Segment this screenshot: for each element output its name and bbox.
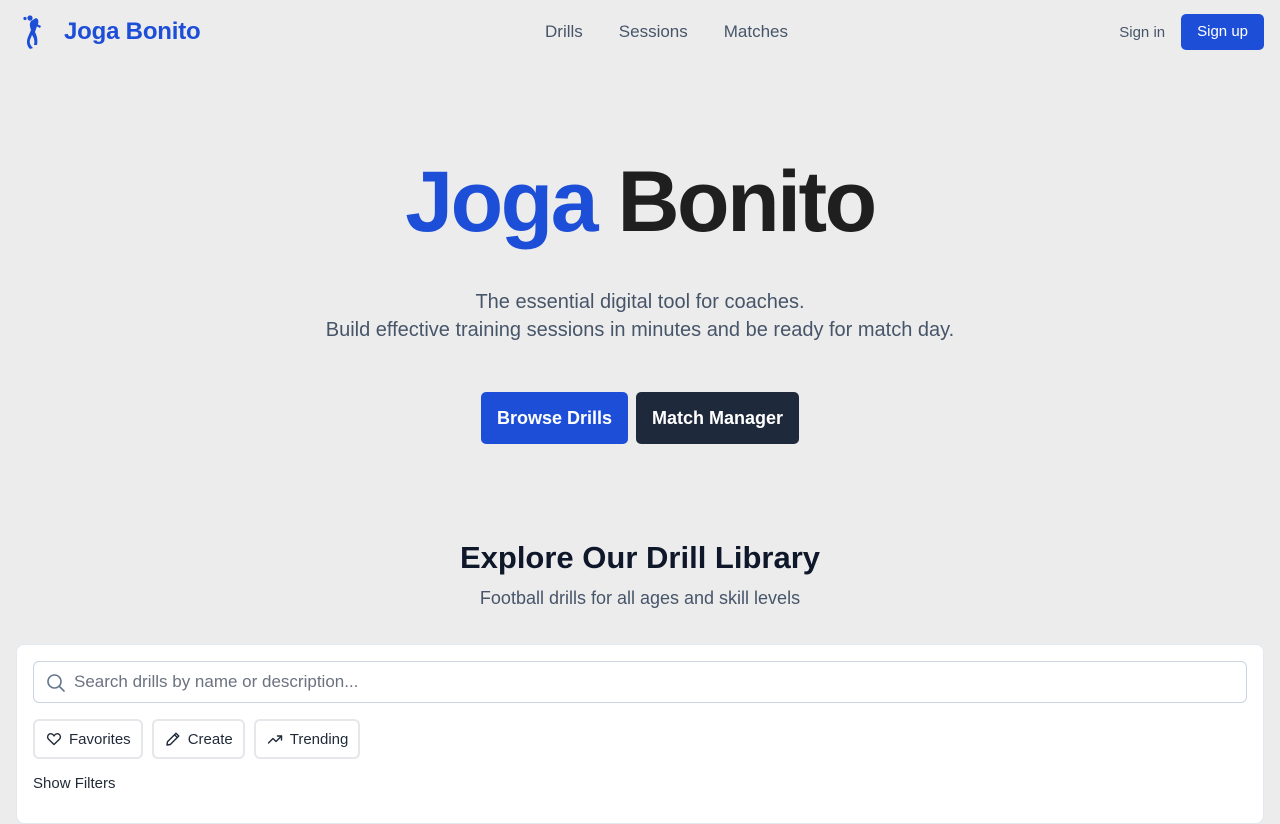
drill-search-panel: Favorites Create Trending Show Filters: [16, 644, 1264, 824]
brand-home-link[interactable]: Joga Bonito: [20, 14, 201, 50]
hero-title: Joga Bonito: [0, 152, 1280, 252]
search-input[interactable]: [74, 662, 1234, 702]
create-button[interactable]: Create: [151, 719, 245, 759]
hero-subtitle-line1: The essential digital tool for coaches.: [475, 291, 805, 313]
hero-subtitle-line2: Build effective training sessions in min…: [325, 319, 955, 341]
quick-filter-chips: Favorites Create Trending: [33, 719, 361, 759]
auth-actions: Sign in Sign up: [1119, 14, 1264, 50]
nav-matches[interactable]: Matches: [706, 0, 806, 64]
heart-icon: [46, 733, 62, 746]
create-label: Create: [187, 730, 233, 748]
top-navigation-bar: Joga Bonito Drills Sessions Matches Sign…: [0, 0, 1280, 64]
trending-button[interactable]: Trending: [253, 719, 361, 759]
search-icon: [47, 674, 65, 692]
favorites-button[interactable]: Favorites: [33, 719, 143, 759]
nav-sessions[interactable]: Sessions: [601, 0, 706, 64]
brand-name: Joga Bonito: [64, 18, 201, 45]
drill-library-subtitle: Football drills for all ages and skill l…: [479, 588, 801, 608]
hero-subtitle: The essential digital tool for coaches. …: [0, 288, 1280, 344]
show-filters-toggle[interactable]: Show Filters: [33, 775, 116, 792]
drill-library-title: Explore Our Drill Library: [459, 540, 821, 575]
nav-drills[interactable]: Drills: [527, 0, 601, 64]
pencil-icon: [165, 732, 180, 746]
trending-label: Trending: [289, 730, 349, 748]
hero-cta-group: Browse Drills Match Manager: [0, 392, 1280, 444]
favorites-label: Favorites: [69, 730, 131, 748]
search-box: [33, 661, 1247, 703]
main-nav: Drills Sessions Matches: [527, 0, 806, 64]
trending-up-icon: [267, 735, 282, 744]
hero-title-bonito: Bonito: [617, 154, 877, 250]
match-manager-button[interactable]: Match Manager: [636, 392, 800, 444]
sign-up-button[interactable]: Sign up: [1181, 14, 1264, 50]
hero-title-joga: Joga: [405, 154, 598, 250]
footballer-kick-icon: [23, 15, 41, 49]
browse-drills-button[interactable]: Browse Drills: [480, 392, 628, 444]
sign-in-link[interactable]: Sign in: [1119, 24, 1165, 41]
